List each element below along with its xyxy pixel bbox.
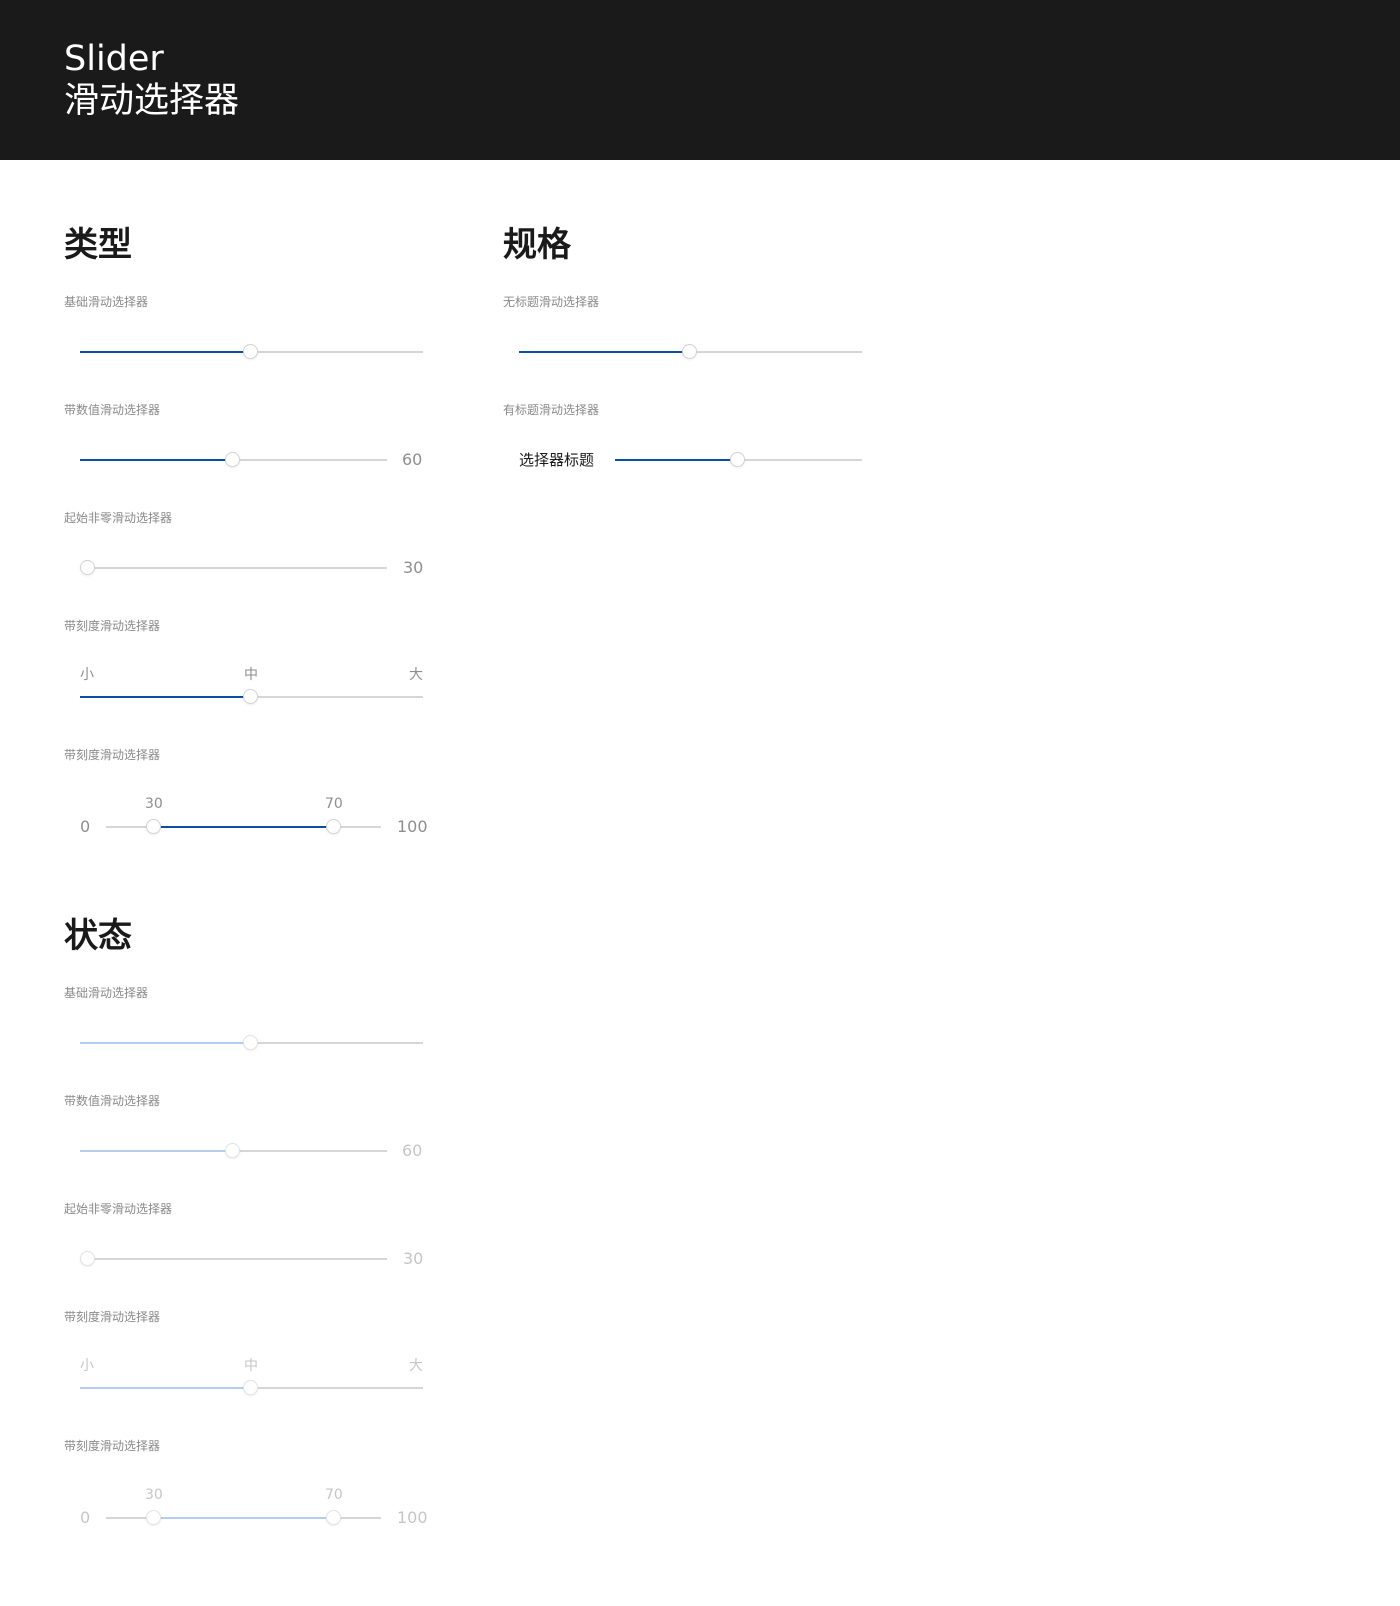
basic-slider-thumb[interactable] (243, 344, 258, 359)
disabled-tick-slider-thumb (243, 1380, 258, 1395)
item-label-ticks: 带刻度滑动选择器 (64, 619, 161, 633)
item-label-nonzero: 起始非零滑动选择器 (64, 511, 173, 525)
state-label-with-value: 带数值滑动选择器 (64, 1094, 161, 1108)
nonzero-slider-value: 30 (403, 558, 424, 577)
section-title-specs: 规格 (503, 225, 571, 265)
disabled-nonzero-slider-thumb (80, 1251, 95, 1266)
disabled-tick-label-large: 大 (409, 1358, 423, 1374)
section-title-types: 类型 (64, 225, 132, 265)
no-title-slider-thumb[interactable] (682, 344, 697, 359)
tick-slider-fill (80, 696, 251, 698)
disabled-basic-slider-fill (80, 1042, 251, 1044)
no-title-slider[interactable] (519, 344, 862, 359)
disabled-tick-slider (80, 1380, 423, 1395)
page-title-cn: 滑动选择器 (64, 81, 240, 121)
range-slider-thumb-high[interactable] (326, 819, 341, 834)
item-label-with-value: 带数值滑动选择器 (64, 403, 161, 417)
state-label-range: 带刻度滑动选择器 (64, 1439, 161, 1453)
disabled-basic-slider-thumb (243, 1035, 258, 1050)
disabled-value-slider-thumb (225, 1143, 240, 1158)
page-title: Slider 滑动选择器 (64, 38, 239, 122)
tick-label-middle: 中 (244, 667, 258, 683)
range-low-label: 30 (145, 796, 163, 812)
disabled-range-high-label: 70 (325, 1487, 343, 1503)
state-label-ticks: 带刻度滑动选择器 (64, 1310, 161, 1324)
disabled-value-slider-value: 60 (402, 1141, 423, 1160)
disabled-nonzero-slider-value: 30 (403, 1249, 424, 1268)
item-label-basic: 基础滑动选择器 (64, 295, 149, 309)
section-title-states: 状态 (64, 916, 132, 956)
disabled-tick-label-small: 小 (80, 1358, 94, 1374)
item-label-no-title: 无标题滑动选择器 (503, 295, 600, 309)
item-label-with-title: 有标题滑动选择器 (503, 403, 600, 417)
disabled-tick-slider-fill (80, 1387, 251, 1389)
tick-label-small: 小 (80, 667, 94, 683)
state-label-basic: 基础滑动选择器 (64, 986, 149, 1000)
disabled-tick-label-middle: 中 (244, 1358, 258, 1374)
basic-slider[interactable] (80, 344, 423, 359)
range-min-value: 0 (80, 817, 91, 836)
value-slider-thumb[interactable] (225, 452, 240, 467)
range-slider-thumb-low[interactable] (146, 819, 161, 834)
basic-slider-fill (80, 351, 251, 353)
disabled-basic-slider (80, 1035, 423, 1050)
tick-slider[interactable] (80, 689, 423, 704)
disabled-range-min-value: 0 (80, 1508, 91, 1527)
titled-slider-fill (615, 459, 738, 461)
value-slider[interactable] (80, 452, 387, 467)
range-slider-fill (154, 826, 334, 828)
state-label-nonzero: 起始非零滑动选择器 (64, 1202, 173, 1216)
titled-slider-thumb[interactable] (730, 452, 745, 467)
tick-label-large: 大 (409, 667, 423, 683)
nonzero-slider[interactable] (80, 560, 387, 575)
slider-title-text: 选择器标题 (519, 451, 595, 469)
value-slider-value: 60 (402, 450, 423, 469)
range-slider[interactable] (106, 819, 381, 834)
disabled-value-slider-fill (80, 1150, 233, 1152)
titled-slider[interactable] (615, 452, 862, 467)
disabled-value-slider (80, 1143, 387, 1158)
value-slider-fill (80, 459, 233, 461)
range-high-label: 70 (325, 796, 343, 812)
disabled-nonzero-slider (80, 1251, 387, 1266)
range-max-value: 100 (397, 817, 428, 836)
disabled-range-low-label: 30 (145, 1487, 163, 1503)
nonzero-slider-thumb[interactable] (80, 560, 95, 575)
disabled-range-max-value: 100 (397, 1508, 428, 1527)
tick-slider-thumb[interactable] (243, 689, 258, 704)
disabled-range-slider-thumb-low (146, 1510, 161, 1525)
disabled-range-slider (106, 1510, 381, 1525)
item-label-range: 带刻度滑动选择器 (64, 748, 161, 762)
disabled-range-slider-fill (154, 1517, 334, 1519)
page-title-en: Slider (64, 39, 164, 79)
page-header: Slider 滑动选择器 (0, 0, 1400, 160)
no-title-slider-fill (519, 351, 690, 353)
disabled-range-slider-thumb-high (326, 1510, 341, 1525)
